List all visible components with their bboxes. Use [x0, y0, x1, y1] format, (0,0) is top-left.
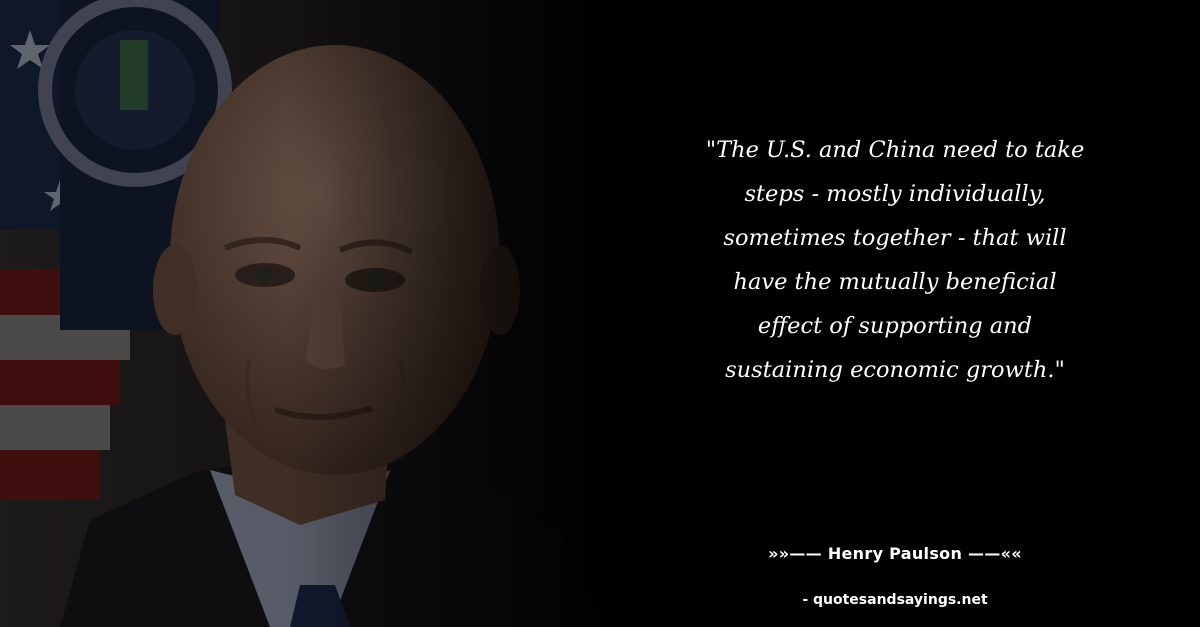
quote-line: steps - mostly individually,	[744, 181, 1046, 207]
quote-line: have the mutually beneficial	[733, 269, 1057, 295]
quote-line: sustaining economic growth."	[725, 357, 1065, 383]
author-name: Henry Paulson	[827, 544, 963, 563]
quote-line: "The U.S. and China need to take	[705, 137, 1085, 163]
dark-gradient-overlay	[0, 0, 640, 627]
attribution-suffix: ——««	[962, 544, 1022, 563]
quote-attribution: »»—— Henry Paulson ——««	[660, 544, 1130, 563]
quote-line: effect of supporting and	[757, 313, 1033, 339]
quote-line: sometimes together - that will	[723, 225, 1067, 251]
attribution-prefix: »»——	[768, 544, 828, 563]
quote-card: "The U.S. and China need to take steps - …	[0, 0, 1200, 627]
quote-text: "The U.S. and China need to take steps - …	[660, 128, 1130, 392]
portrait-photo	[0, 0, 640, 627]
source-credit: - quotesandsayings.net	[802, 592, 988, 608]
